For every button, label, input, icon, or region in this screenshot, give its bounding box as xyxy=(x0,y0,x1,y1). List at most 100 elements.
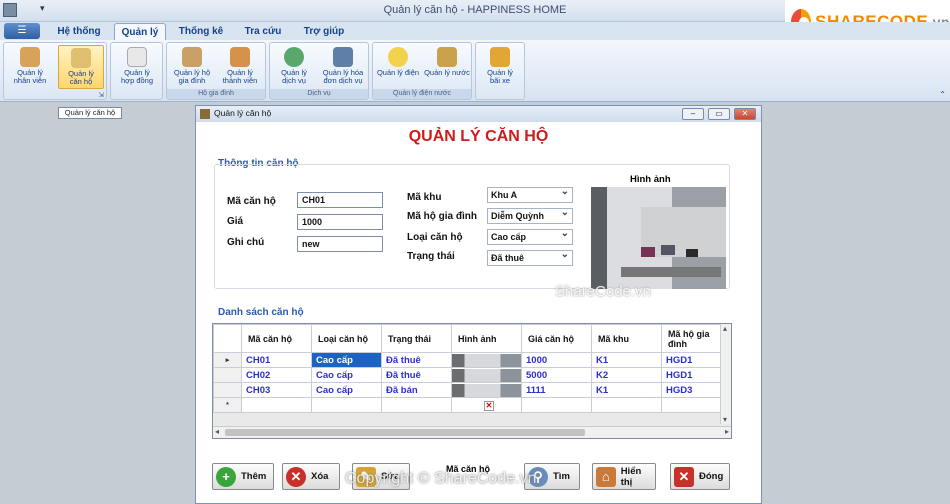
ma-ho-select[interactable]: Diễm Quỳnh xyxy=(487,207,573,224)
cell-gia[interactable]: 1111 xyxy=(521,382,592,398)
show-button[interactable]: ⌂ Hiển thị xyxy=(592,463,656,490)
col-header[interactable]: Mã khu xyxy=(591,324,662,353)
cell-ma-khu[interactable]: K2 xyxy=(591,367,662,383)
group-label-dich-vu: Dịch vụ xyxy=(270,89,368,99)
cell-ma-ho[interactable]: HGD1 xyxy=(661,352,722,368)
watermark: ShareCode.vn xyxy=(555,283,651,300)
minimize-button[interactable]: – xyxy=(682,108,704,120)
family-icon xyxy=(182,47,202,67)
apartment-grid[interactable]: Mã căn hộ Loại căn hộ Trạng thái Hình ản… xyxy=(212,323,732,439)
cell-gia[interactable]: 5000 xyxy=(521,367,592,383)
ma-khu-select[interactable]: Khu A xyxy=(487,186,573,203)
plus-icon: + xyxy=(216,466,236,487)
scroll-down-icon[interactable]: ▾ xyxy=(723,415,727,424)
cell-loai[interactable]: Cao cấp xyxy=(311,367,382,383)
cell-ma-can-ho[interactable]: CH03 xyxy=(241,382,312,398)
horizontal-scrollbar[interactable]: ◂ ▸ xyxy=(213,426,731,438)
scroll-up-icon[interactable]: ▴ xyxy=(723,324,727,333)
trang-thai-select[interactable]: Đã thuê xyxy=(487,249,573,266)
cell-trang-thai[interactable]: Đã bán xyxy=(381,382,452,398)
tooltip: Quản lý căn hộ xyxy=(58,107,122,119)
ma-can-ho-label: Mã căn hộ xyxy=(227,196,276,207)
file-menu-button[interactable]: ☰ xyxy=(4,23,40,39)
person-icon xyxy=(230,47,250,67)
new-row-selector[interactable]: * xyxy=(213,397,242,413)
scroll-left-icon[interactable]: ◂ xyxy=(215,427,219,436)
apartment-table: Mã căn hộ Loại căn hộ Trạng thái Hình ản… xyxy=(213,324,722,413)
row-selector[interactable]: ▸ xyxy=(213,352,242,368)
tab-tro-giup[interactable]: Trợ giúp xyxy=(295,23,353,40)
ribbon-group-2: Quản lý hợp đồng xyxy=(110,42,163,100)
cell-loai[interactable]: Cao cấp xyxy=(311,382,382,398)
broken-image-icon: ✕ xyxy=(484,400,494,411)
ribbon-btn-ho-gia-dinh[interactable]: Quản lý hộ gia đình xyxy=(169,45,215,89)
col-header[interactable]: Giá căn hộ xyxy=(521,324,592,353)
list-section-title: Danh sách căn hộ xyxy=(218,307,304,318)
ribbon-btn-dich-vu[interactable]: Quản lý dịch vụ xyxy=(272,45,316,89)
cell-loai[interactable]: Cao cấp xyxy=(311,352,382,368)
tab-he-thong[interactable]: Hệ thống xyxy=(48,23,110,40)
maximize-button[interactable]: ▭ xyxy=(708,108,730,120)
group-label-ho-gia-dinh: Hộ gia đình xyxy=(167,89,265,99)
cell-ma-ho[interactable]: HGD1 xyxy=(661,367,722,383)
delete-icon: ✕ xyxy=(286,466,306,487)
ribbon-btn-nuoc[interactable]: Quản lý nước xyxy=(423,45,471,89)
thumbnail-image xyxy=(452,383,521,397)
close-button[interactable]: ✕ xyxy=(734,108,756,120)
row-selector[interactable] xyxy=(213,367,242,383)
ribbon-btn-dien[interactable]: Quản lý điện xyxy=(375,45,421,89)
cell-ma-khu[interactable]: K1 xyxy=(591,382,662,398)
tag-icon xyxy=(333,47,353,67)
cell-ma-khu[interactable]: K1 xyxy=(591,352,662,368)
cell-hinh-anh[interactable] xyxy=(451,382,522,398)
scroll-thumb[interactable] xyxy=(225,429,585,436)
ma-can-ho-input[interactable]: CH01 xyxy=(297,192,383,208)
table-row[interactable]: CH02 Cao cấp Đã thuê 5000 K2 HGD1 xyxy=(213,367,722,383)
col-header[interactable]: Mã căn hộ xyxy=(241,324,312,353)
loai-can-ho-select[interactable]: Cao cấp xyxy=(487,228,573,245)
cell-hinh-anh[interactable] xyxy=(451,352,522,368)
collapse-ribbon-icon[interactable]: ⌃ xyxy=(939,90,946,99)
tab-thong-ke[interactable]: Thống kê xyxy=(172,23,230,40)
col-header[interactable]: Loại căn hộ xyxy=(311,324,382,353)
col-header[interactable]: Mã hộ gia đình xyxy=(661,324,722,353)
tab-tra-cuu[interactable]: Tra cứu xyxy=(236,23,290,40)
loai-can-ho-label: Loại căn hộ xyxy=(407,232,463,243)
ribbon-btn-nhan-vien[interactable]: Quản lý nhân viên xyxy=(7,45,53,89)
child-window: Quản lý căn hộ – ▭ ✕ QUẢN LÝ CĂN HỘ Thôn… xyxy=(195,105,762,504)
gia-input[interactable]: 1000 xyxy=(297,214,383,230)
ribbon-group-dien-nuoc: Quản lý điện Quản lý nước Quản lý điện n… xyxy=(372,42,472,100)
tab-quan-ly[interactable]: Quản lý xyxy=(114,23,166,40)
scroll-right-icon[interactable]: ▸ xyxy=(725,427,729,436)
vertical-scrollbar[interactable]: ▴ ▾ xyxy=(720,324,731,424)
cell-ma-ho[interactable]: HGD3 xyxy=(661,382,722,398)
cell-gia[interactable]: 1000 xyxy=(521,352,592,368)
ribbon-btn-bai-xe[interactable]: Quản lý bãi xe xyxy=(478,45,522,89)
ghi-chu-input[interactable]: new xyxy=(297,236,383,252)
close-form-button[interactable]: ✕ Đóng xyxy=(670,463,730,490)
add-button[interactable]: + Thêm xyxy=(212,463,274,490)
cell-ma-can-ho[interactable]: CH02 xyxy=(241,367,312,383)
table-row[interactable]: CH03 Cao cấp Đã bán 1111 K1 HGD3 xyxy=(213,382,722,398)
trang-thai-label: Trạng thái xyxy=(407,251,455,262)
cell-trang-thai[interactable]: Đã thuê xyxy=(381,352,452,368)
ribbon-btn-can-ho[interactable]: Quản lý căn hộ xyxy=(58,45,104,89)
ma-khu-label: Mã khu xyxy=(407,192,442,203)
new-row[interactable]: * ✕ xyxy=(213,397,722,413)
table-row[interactable]: ▸ CH01 Cao cấp Đã thuê 1000 K1 HGD1 xyxy=(213,352,722,368)
delete-button[interactable]: ✕ Xóa xyxy=(282,463,340,490)
child-window-title: Quản lý căn hộ xyxy=(214,108,272,118)
ribbon-btn-hop-dong[interactable]: Quản lý hợp đồng xyxy=(114,45,160,89)
child-title-bar: Quản lý căn hộ – ▭ ✕ xyxy=(196,106,761,122)
cell-trang-thai[interactable]: Đã thuê xyxy=(381,367,452,383)
col-header[interactable]: Hình ảnh xyxy=(451,324,522,353)
form-icon xyxy=(200,109,210,119)
row-selector[interactable] xyxy=(213,382,242,398)
cell-hinh-anh[interactable] xyxy=(451,367,522,383)
ribbon-btn-hoa-don[interactable]: Quản lý hóa đơn dịch vụ xyxy=(318,45,368,89)
ribbon-btn-thanh-vien[interactable]: Quản lý thành viên xyxy=(217,45,263,89)
watermark-copyright: Copyright © ShareCode.vn xyxy=(345,470,537,487)
group-launcher-icon[interactable]: ⇲ xyxy=(98,91,104,99)
col-header[interactable]: Trạng thái xyxy=(381,324,452,353)
cell-ma-can-ho[interactable]: CH01 xyxy=(241,352,312,368)
